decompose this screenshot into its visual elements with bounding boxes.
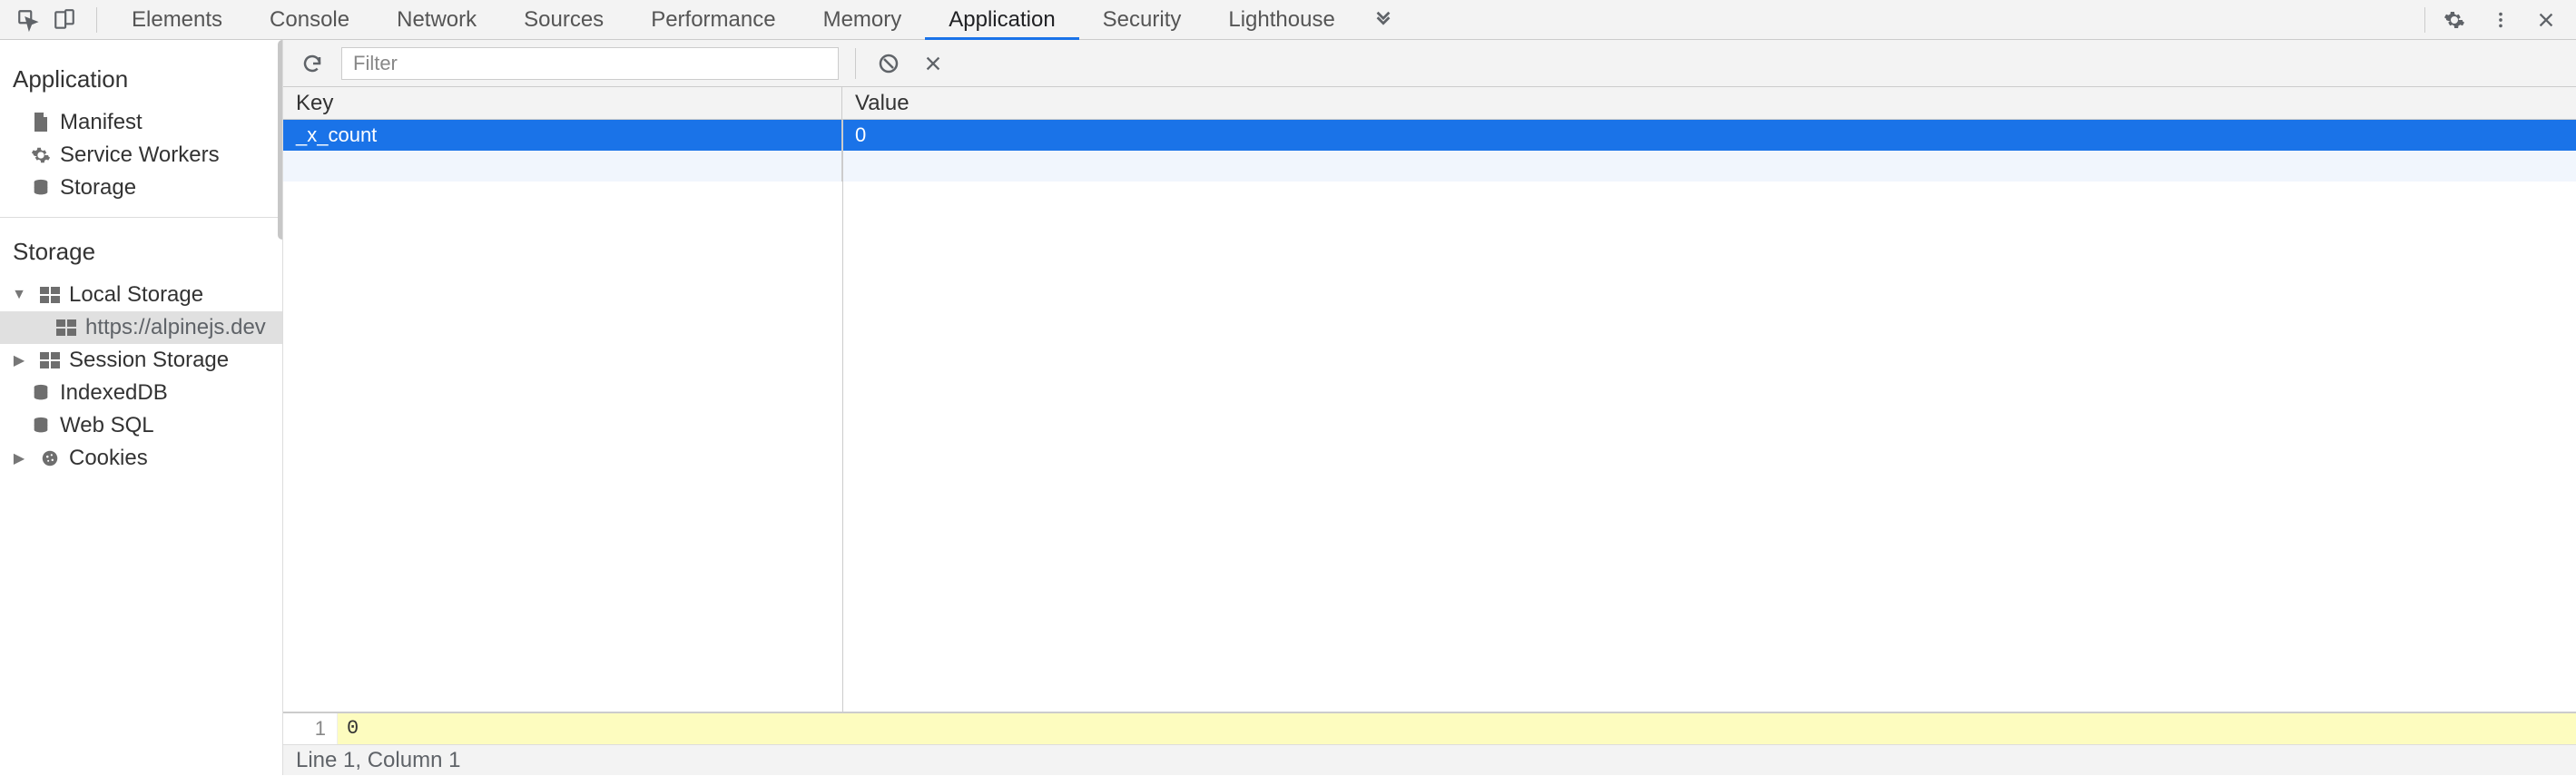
tabbar-right-divider — [2424, 7, 2425, 33]
tab-elements[interactable]: Elements — [108, 0, 246, 40]
storage-toolbar — [283, 40, 2576, 87]
device-toggle-icon[interactable] — [53, 8, 76, 32]
sidebar-divider — [0, 217, 282, 218]
storage-table-body[interactable]: _x_count 0 — [283, 120, 2576, 712]
tabbar-divider — [96, 7, 97, 33]
tabbar-left-icons — [7, 8, 85, 32]
toolbar-divider — [855, 48, 856, 79]
chevron-right-icon[interactable]: ▶ — [11, 449, 27, 467]
sidebar-item-label: Service Workers — [60, 142, 220, 168]
storage-table-header: Key Value — [283, 87, 2576, 120]
tab-console[interactable]: Console — [246, 0, 373, 40]
main-area: Application Manifest Service Workers Sto… — [0, 40, 2576, 775]
database-icon — [31, 178, 51, 198]
database-icon — [31, 383, 51, 403]
chevron-right-icon[interactable]: ▶ — [11, 351, 27, 369]
tabs-overflow-icon[interactable] — [1359, 10, 1408, 30]
sidebar-item-label: IndexedDB — [60, 380, 168, 406]
sidebar-item-label: Manifest — [60, 110, 143, 135]
sidebar-item-web-sql[interactable]: Web SQL — [0, 409, 282, 442]
editor-line[interactable]: 1 0 — [283, 713, 2576, 744]
tab-security[interactable]: Security — [1079, 0, 1205, 40]
column-header-value[interactable]: Value — [842, 87, 2576, 119]
cell-key[interactable]: _x_count — [283, 120, 842, 151]
sidebar-item-label: Session Storage — [69, 348, 229, 373]
close-devtools-icon[interactable] — [2523, 10, 2569, 30]
cell-key[interactable] — [283, 151, 842, 182]
value-editor: 1 0 — [283, 712, 2576, 744]
sidebar-item-session-storage[interactable]: ▶ Session Storage — [0, 344, 282, 377]
editor-gutter: 1 — [283, 713, 338, 744]
sidebar-item-storage[interactable]: Storage — [0, 172, 282, 204]
database-icon — [31, 416, 51, 436]
cell-value[interactable] — [842, 151, 2576, 182]
sidebar-item-local-storage-origin[interactable]: https://alpinejs.dev — [0, 311, 282, 344]
sidebar-item-label: https://alpinejs.dev — [85, 315, 266, 340]
delete-selected-icon[interactable] — [918, 54, 949, 74]
storage-grid-icon — [56, 319, 76, 336]
tab-sources[interactable]: Sources — [500, 0, 627, 40]
tab-application[interactable]: Application — [925, 0, 1078, 40]
table-row-empty[interactable] — [283, 151, 2576, 182]
cookie-icon — [40, 448, 60, 468]
storage-grid-icon — [40, 287, 60, 303]
table-row[interactable]: _x_count 0 — [283, 120, 2576, 151]
sidebar-item-local-storage[interactable]: ▼ Local Storage — [0, 279, 282, 311]
storage-filter-input[interactable] — [341, 47, 839, 80]
document-icon — [31, 112, 51, 133]
storage-content: Key Value _x_count 0 1 0 Line 1, Column … — [283, 40, 2576, 775]
sidebar-item-label: Storage — [60, 175, 136, 201]
chevron-down-icon[interactable]: ▼ — [11, 287, 27, 303]
inspect-icon[interactable] — [16, 8, 40, 32]
application-sidebar: Application Manifest Service Workers Sto… — [0, 40, 283, 775]
section-application-title: Application — [0, 56, 282, 106]
sidebar-item-label: Web SQL — [60, 413, 154, 438]
cell-value[interactable]: 0 — [842, 120, 2576, 151]
tab-performance[interactable]: Performance — [627, 0, 799, 40]
sidebar-item-indexeddb[interactable]: IndexedDB — [0, 377, 282, 409]
sidebar-item-label: Local Storage — [69, 282, 203, 308]
editor-content[interactable]: 0 — [338, 713, 2576, 744]
tab-memory[interactable]: Memory — [800, 0, 926, 40]
sidebar-item-manifest[interactable]: Manifest — [0, 106, 282, 139]
refresh-icon[interactable] — [296, 53, 329, 74]
section-storage-title: Storage — [0, 229, 282, 279]
editor-statusbar: Line 1, Column 1 — [283, 744, 2576, 775]
column-header-key[interactable]: Key — [283, 87, 842, 119]
sidebar-item-service-workers[interactable]: Service Workers — [0, 139, 282, 172]
storage-grid-icon — [40, 352, 60, 368]
kebab-menu-icon[interactable] — [2478, 10, 2523, 30]
tab-network[interactable]: Network — [373, 0, 500, 40]
sidebar-item-label: Cookies — [69, 446, 148, 471]
column-resize-handle[interactable] — [842, 120, 843, 712]
settings-icon[interactable] — [2431, 9, 2478, 31]
sidebar-item-cookies[interactable]: ▶ Cookies — [0, 442, 282, 475]
clear-all-icon[interactable] — [872, 53, 905, 74]
tab-lighthouse[interactable]: Lighthouse — [1204, 0, 1358, 40]
devtools-tabbar: Elements Console Network Sources Perform… — [0, 0, 2576, 40]
gear-icon — [31, 145, 51, 165]
